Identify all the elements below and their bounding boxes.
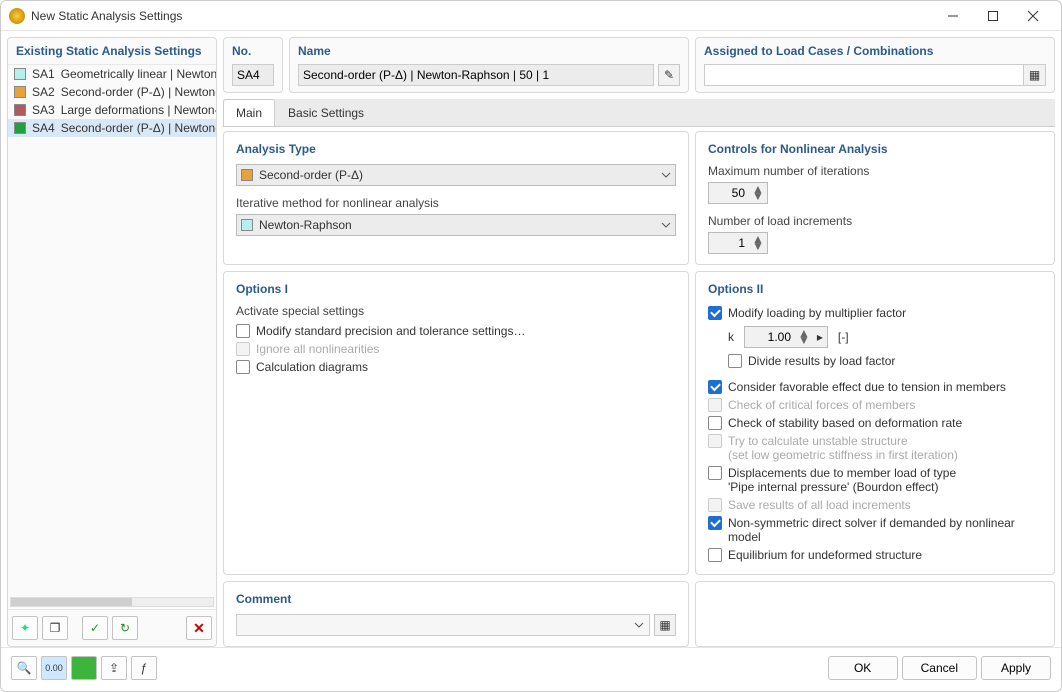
no-label: No. [232,44,274,58]
sidebar-item-sa3[interactable]: SA3Large deformations | Newton- [8,101,216,119]
options1-heading: Options I [236,282,676,296]
name-label: Name [298,44,680,58]
sidebar-item-sa1[interactable]: SA1Geometrically linear | Newton- [8,65,216,83]
analysis-type-dropdown[interactable]: Second-order (P-Δ) [236,164,676,186]
load-incr-label: Number of load increments [708,214,1042,228]
maximize-button[interactable] [973,2,1013,30]
color-swatch-icon [14,86,26,98]
footer-search-icon[interactable]: 🔍 [11,656,37,680]
minimize-button[interactable] [933,2,973,30]
name-input[interactable] [298,64,654,86]
k-spinner[interactable]: ▲▼ ▸ [744,326,828,348]
iterative-method-dropdown[interactable]: Newton-Raphson [236,214,676,236]
color-swatch-icon [14,104,26,116]
assigned-picker-icon[interactable]: ▦ [1023,65,1045,85]
controls-heading: Controls for Nonlinear Analysis [708,142,1042,156]
chevron-down-icon[interactable] [629,620,649,630]
load-incr-spinner[interactable]: ▲▼ [708,232,768,254]
left-heading: Existing Static Analysis Settings [8,38,216,65]
footer-color-icon[interactable] [71,656,97,680]
opt2-stability-checkbox[interactable] [708,416,722,430]
close-button[interactable] [1013,2,1053,30]
check-refresh-icon[interactable]: ↻ [112,616,138,640]
sidebar-item-sa4[interactable]: SA4Second-order (P-Δ) | Newton-R [8,119,216,137]
footer-units-icon[interactable]: 0.00 [41,656,67,680]
opt2-critical-forces-checkbox [708,398,722,412]
k-label: k [728,330,734,344]
color-swatch-icon [14,122,26,134]
opt2-save-results-checkbox [708,498,722,512]
chevron-down-icon [661,170,671,180]
iterative-method-label: Iterative method for nonlinear analysis [236,196,676,210]
window-title: New Static Analysis Settings [31,9,933,23]
activate-label: Activate special settings [236,304,676,318]
opt1-calc-diagrams-checkbox[interactable] [236,360,250,374]
left-scrollbar[interactable] [10,597,214,607]
assigned-label: Assigned to Load Cases / Combinations [704,44,1046,58]
options2-heading: Options II [708,282,1042,296]
opt2-pipe-pressure-checkbox[interactable] [708,466,722,480]
no-input[interactable] [232,64,274,86]
tab-main[interactable]: Main [223,99,275,126]
opt2-favorable-tension-checkbox[interactable] [708,380,722,394]
app-icon [9,8,25,24]
opt2-unstable-checkbox [708,434,722,448]
color-swatch-icon [14,68,26,80]
footer-tool2-icon[interactable]: ƒ [131,656,157,680]
tab-basic-settings[interactable]: Basic Settings [275,99,377,126]
max-iter-label: Maximum number of iterations [708,164,1042,178]
chevron-down-icon [661,220,671,230]
new-item-icon[interactable]: ✦ [12,616,38,640]
opt2-divide-results-checkbox[interactable] [728,354,742,368]
opt2-nonsymm-solver-checkbox[interactable] [708,516,722,530]
comment-input[interactable] [236,614,650,636]
check-green-icon[interactable]: ✓ [82,616,108,640]
max-iter-spinner[interactable]: ▲▼ [708,182,768,204]
opt2-equilibrium-checkbox[interactable] [708,548,722,562]
opt1-ignore-nonlinear-checkbox [236,342,250,356]
delete-icon[interactable]: ✕ [186,616,212,640]
k-unit: [-] [838,330,849,344]
sidebar-item-sa2[interactable]: SA2Second-order (P-Δ) | Newton-R [8,83,216,101]
assigned-input[interactable]: ▦ [704,64,1046,86]
copy-item-icon[interactable]: ❐ [42,616,68,640]
comment-picker-icon[interactable]: ▦ [654,614,676,636]
opt1-modify-precision-checkbox[interactable] [236,324,250,338]
opt2-multiplier-checkbox[interactable] [708,306,722,320]
edit-name-icon[interactable]: ✎ [658,64,680,86]
comment-heading: Comment [236,592,676,606]
ok-button[interactable]: OK [828,656,898,680]
footer-tool1-icon[interactable]: ⇪ [101,656,127,680]
apply-button[interactable]: Apply [981,656,1051,680]
cancel-button[interactable]: Cancel [902,656,977,680]
analysis-type-heading: Analysis Type [236,142,676,156]
